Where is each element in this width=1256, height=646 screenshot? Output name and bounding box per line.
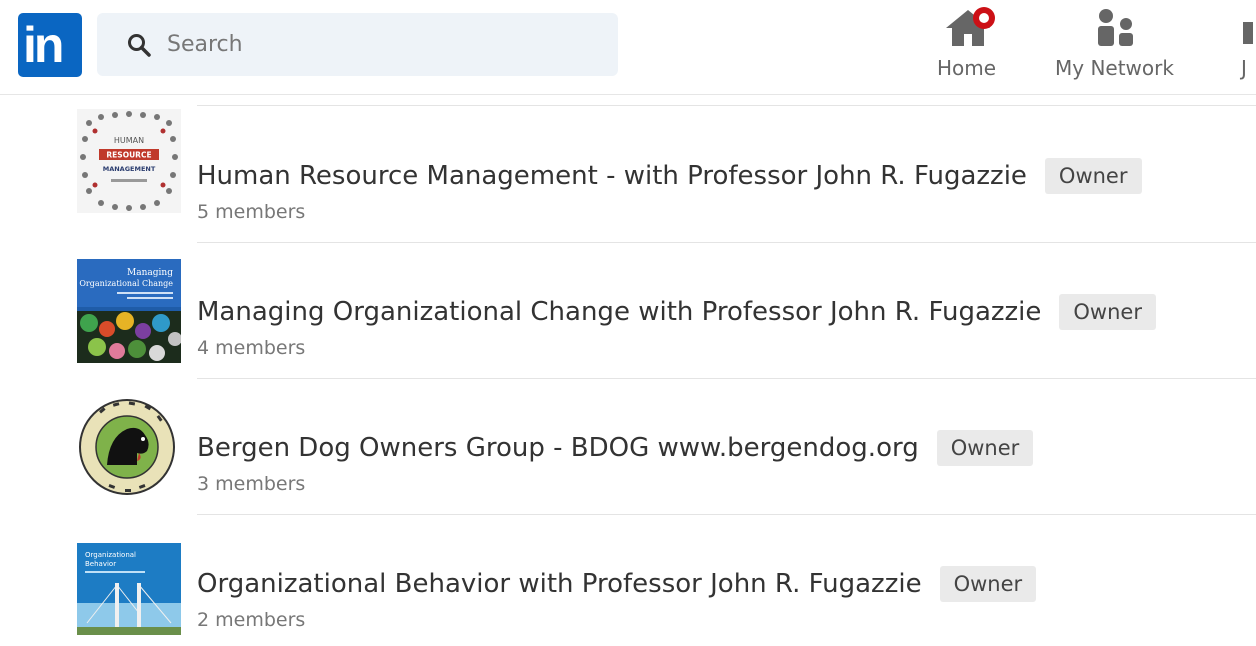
search-bar[interactable]	[97, 13, 618, 76]
hr-cover-line-1: HUMAN	[114, 136, 144, 145]
group-title[interactable]: Organizational Behavior with Professor J…	[197, 569, 922, 599]
member-count: 3 members	[197, 473, 306, 495]
list-divider	[197, 378, 1256, 379]
nav-jobs-label: J	[1241, 56, 1247, 80]
briefcase-icon	[1243, 22, 1253, 44]
nav-home-label: Home	[937, 56, 997, 80]
list-item[interactable]: Managing Organizational Change Managing …	[0, 245, 1256, 381]
list-divider	[197, 242, 1256, 243]
group-title-row: Human Resource Management - with Profess…	[197, 156, 1142, 196]
group-thumbnail[interactable]: Managing Organizational Change	[77, 259, 181, 363]
owner-badge: Owner	[1059, 294, 1156, 330]
list-divider	[197, 105, 1256, 106]
group-title[interactable]: Bergen Dog Owners Group - BDOG www.berge…	[197, 433, 919, 463]
org-change-cover-line-1: Managing	[127, 268, 173, 278]
list-item[interactable]: Bergen Dog Owners Group - BDOG www.berge…	[0, 381, 1256, 517]
group-thumbnail[interactable]	[77, 395, 181, 499]
member-count: 2 members	[197, 609, 306, 631]
group-title-row: Bergen Dog Owners Group - BDOG www.berge…	[197, 428, 1034, 468]
top-nav-bar: in Home My Network J	[0, 0, 1256, 95]
nav-my-network[interactable]: My Network	[1052, 0, 1182, 95]
member-count: 5 members	[197, 201, 306, 223]
group-title[interactable]: Managing Organizational Change with Prof…	[197, 297, 1041, 327]
home-icon	[946, 7, 995, 46]
group-title[interactable]: Human Resource Management - with Profess…	[197, 161, 1027, 191]
org-behavior-cover-line-1: Organizational	[85, 551, 136, 559]
search-icon	[128, 34, 151, 57]
member-count: 4 members	[197, 337, 306, 359]
nav-home[interactable]: Home	[930, 0, 1004, 95]
logo-text: in	[23, 17, 64, 73]
group-title-row: Organizational Behavior with Professor J…	[197, 564, 1037, 604]
hr-cover-line-2: RESOURCE	[106, 151, 151, 160]
list-divider	[197, 514, 1256, 515]
nav-jobs[interactable]: J	[1238, 0, 1256, 95]
people-icon	[1098, 9, 1133, 46]
group-title-row: Managing Organizational Change with Prof…	[197, 292, 1156, 332]
org-behavior-cover-line-2: Behavior	[85, 560, 116, 568]
linkedin-logo[interactable]: in	[18, 13, 82, 77]
bdog-logo	[77, 395, 181, 499]
org-behavior-cover-image: Organizational Behavior	[77, 543, 181, 635]
group-thumbnail[interactable]: HUMAN RESOURCE MANAGEMENT	[77, 109, 181, 213]
search-input[interactable]	[167, 13, 597, 76]
org-change-cover-line-2: Organizational Change	[79, 279, 173, 288]
org-change-cover-image: Managing Organizational Change	[77, 259, 181, 363]
group-thumbnail[interactable]: Organizational Behavior	[77, 543, 181, 635]
owner-badge: Owner	[939, 566, 1037, 602]
list-item[interactable]: HUMAN RESOURCE MANAGEMENT Human Resource…	[0, 109, 1256, 245]
hr-cover-image: HUMAN RESOURCE MANAGEMENT	[77, 109, 181, 213]
owner-badge: Owner	[1044, 158, 1142, 194]
hr-cover-line-3: MANAGEMENT	[103, 165, 156, 173]
list-item[interactable]: Organizational Behavior Organizational B…	[0, 517, 1256, 646]
owner-badge: Owner	[936, 430, 1034, 466]
nav-my-network-label: My Network	[1055, 56, 1174, 80]
